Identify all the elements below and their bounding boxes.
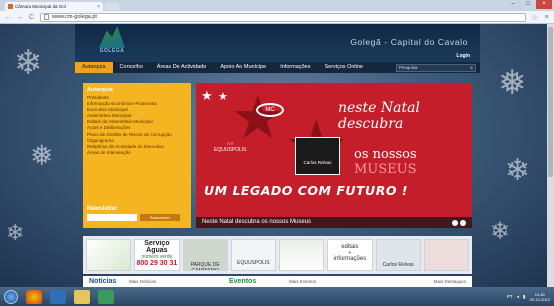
nav-apoio-municipe[interactable]: Apoio Ao Munícipe [213,62,273,73]
system-tray: PT ◂ ▮ 12:46 20-12-2012 [507,292,550,302]
snowflake-icon: ❅ [498,64,527,102]
browser-tab[interactable]: Câmara Municipal da Gol × [5,2,103,11]
sidebar-heading: Autarquia [87,87,113,93]
logo-text: GOLEGÃ [99,48,125,54]
clock[interactable]: 12:46 20-12-2012 [530,292,550,302]
newsletter-email-field[interactable] [87,214,137,221]
maximize-button[interactable]: □ [521,0,535,9]
nav-areas-actividade[interactable]: Áreas De Actividade [150,62,214,73]
nav-autarquia[interactable]: Autarquia [75,62,113,73]
newsletter-subscribe-button[interactable]: Subscrever [140,214,180,221]
snowflake-icon: ❅ [30,140,54,171]
tile-text: informações [333,256,367,262]
nav-servicos-online[interactable]: Serviços Online [317,62,370,73]
nav-informacoes[interactable]: Informações [273,62,317,73]
news-bar: Notícias Mais Notícias Eventos Mais Even… [83,276,472,287]
snowflake-icon: ❄ [6,220,25,245]
hero-banner[interactable]: ★ ★ ★ ★ MC ∩∩EQUUSPOLIS Carlos Relvas ne… [196,83,472,228]
banner-subheadline: os nossos MUSEUS [354,147,417,177]
scrollbar-thumb[interactable] [548,27,553,177]
museum-logo: Carlos Relvas [295,137,340,175]
banner-headline: neste Natal descubra [338,100,420,132]
shortcut-strip: Serviço Águas número verde 800 29 30 31 … [83,236,472,274]
carousel-dot[interactable] [452,220,458,226]
browser-tab-bar: Câmara Municipal da Gol × – □ × [0,0,554,11]
tile-notices[interactable]: editais + informações [327,239,373,271]
volume-icon[interactable]: ◂ [517,294,519,300]
bookmark-star-icon[interactable]: ☆ [531,13,538,22]
star-icon: ★ [201,88,213,103]
ie-app-icon[interactable] [50,289,66,304]
equuspolis-logo: ∩∩ EQUUSPOLIS [214,141,247,153]
more-events-link[interactable]: Mais Eventos [289,279,389,284]
page-viewport: ❄ ❅ ❄ ❅ ❄ ❄ GOLEGÃ Golegã - Capital do C… [0,24,554,287]
site-favicon-icon [8,4,13,9]
tile-building[interactable] [423,239,469,271]
url-text: www.cm-golega.pt [52,14,97,20]
snowflake-icon: ❄ [505,154,531,187]
site-title: Golegã - Capital do Cavalo [350,37,468,47]
mc-logo: MC [256,103,284,117]
address-bar[interactable]: www.cm-golega.pt [40,12,526,22]
sidebar-item[interactable]: Áreas de Intervenção [87,150,187,156]
site-header: GOLEGÃ Golegã - Capital do Cavalo Login [75,24,480,62]
tile-museum[interactable]: Carlos Relvas [375,239,421,271]
large-star-icon: ★ [231,84,285,151]
more-news-link[interactable]: Mais Notícias [129,279,229,284]
sidebar-menu: Autarquia Presidente Informação Económic… [83,83,191,228]
search-icon[interactable]: ⌕ [470,65,473,71]
new-tab-button[interactable] [105,3,119,10]
reload-icon[interactable]: C [28,14,35,21]
tile-water-service[interactable]: Serviço Águas número verde 800 29 30 31 [134,239,180,271]
tile-equuspolis[interactable]: EQUUSPOLIS [230,239,276,271]
news-heading: Notícias [89,278,117,285]
login-link[interactable]: Login [456,53,470,59]
newsletter-label: Newsletter [87,206,118,212]
tile-text: Serviço Águas [144,240,170,254]
back-icon[interactable]: ← [4,14,11,21]
start-button[interactable] [4,289,18,304]
events-heading: Eventos [229,278,257,285]
close-window-button[interactable]: × [536,0,552,9]
tab-close-icon[interactable]: × [97,4,100,10]
main-nav: Autarquia Concelho Áreas De Actividade A… [75,62,480,73]
carousel-dot[interactable] [460,220,466,226]
more-highlights-link[interactable]: Mais Destaques [434,279,466,284]
tile-text: 800 29 30 31 [136,260,178,267]
menu-wrench-icon[interactable]: ≡ [543,14,550,21]
minimize-button[interactable]: – [506,0,520,9]
nav-concelho[interactable]: Concelho [113,62,150,73]
explorer-app-icon[interactable] [74,289,90,304]
snowflake-icon: ❄ [14,44,43,82]
chrome-app-icon[interactable] [26,289,42,304]
language-indicator[interactable]: PT [507,294,513,299]
tile-campsite[interactable]: PARQUE DE CAMPISMO [182,239,228,271]
page-icon [44,14,49,20]
tile-emblem[interactable] [86,239,132,271]
os-taskbar: PT ◂ ▮ 12:46 20-12-2012 [0,287,554,306]
forward-icon[interactable]: → [16,14,23,21]
browser-toolbar: ← → C www.cm-golega.pt ☆ ≡ [0,11,554,24]
search-input[interactable]: Pesquisa ⌕ [396,63,476,72]
banner-caption: Neste Natal descubra os nossos Museus [196,217,472,228]
carousel-controls [452,220,466,226]
website: GOLEGÃ Golegã - Capital do Cavalo Login … [75,24,480,287]
site-logo[interactable]: GOLEGÃ [97,26,127,60]
network-icon[interactable]: ▮ [523,294,525,300]
star-icon: ★ [218,91,228,103]
media-app-icon[interactable] [98,289,114,304]
banner-slogan: UM LEGADO COM FUTURO ! [204,183,408,198]
clock-date: 20-12-2012 [529,296,550,302]
logo-mountain-icon [99,26,125,48]
vertical-scrollbar[interactable] [547,24,554,287]
tile-coat-of-arms[interactable] [279,239,325,271]
tab-title: Câmara Municipal da Gol [15,4,66,9]
search-placeholder: Pesquisa [399,65,418,70]
snowflake-icon: ❄ [490,218,511,245]
